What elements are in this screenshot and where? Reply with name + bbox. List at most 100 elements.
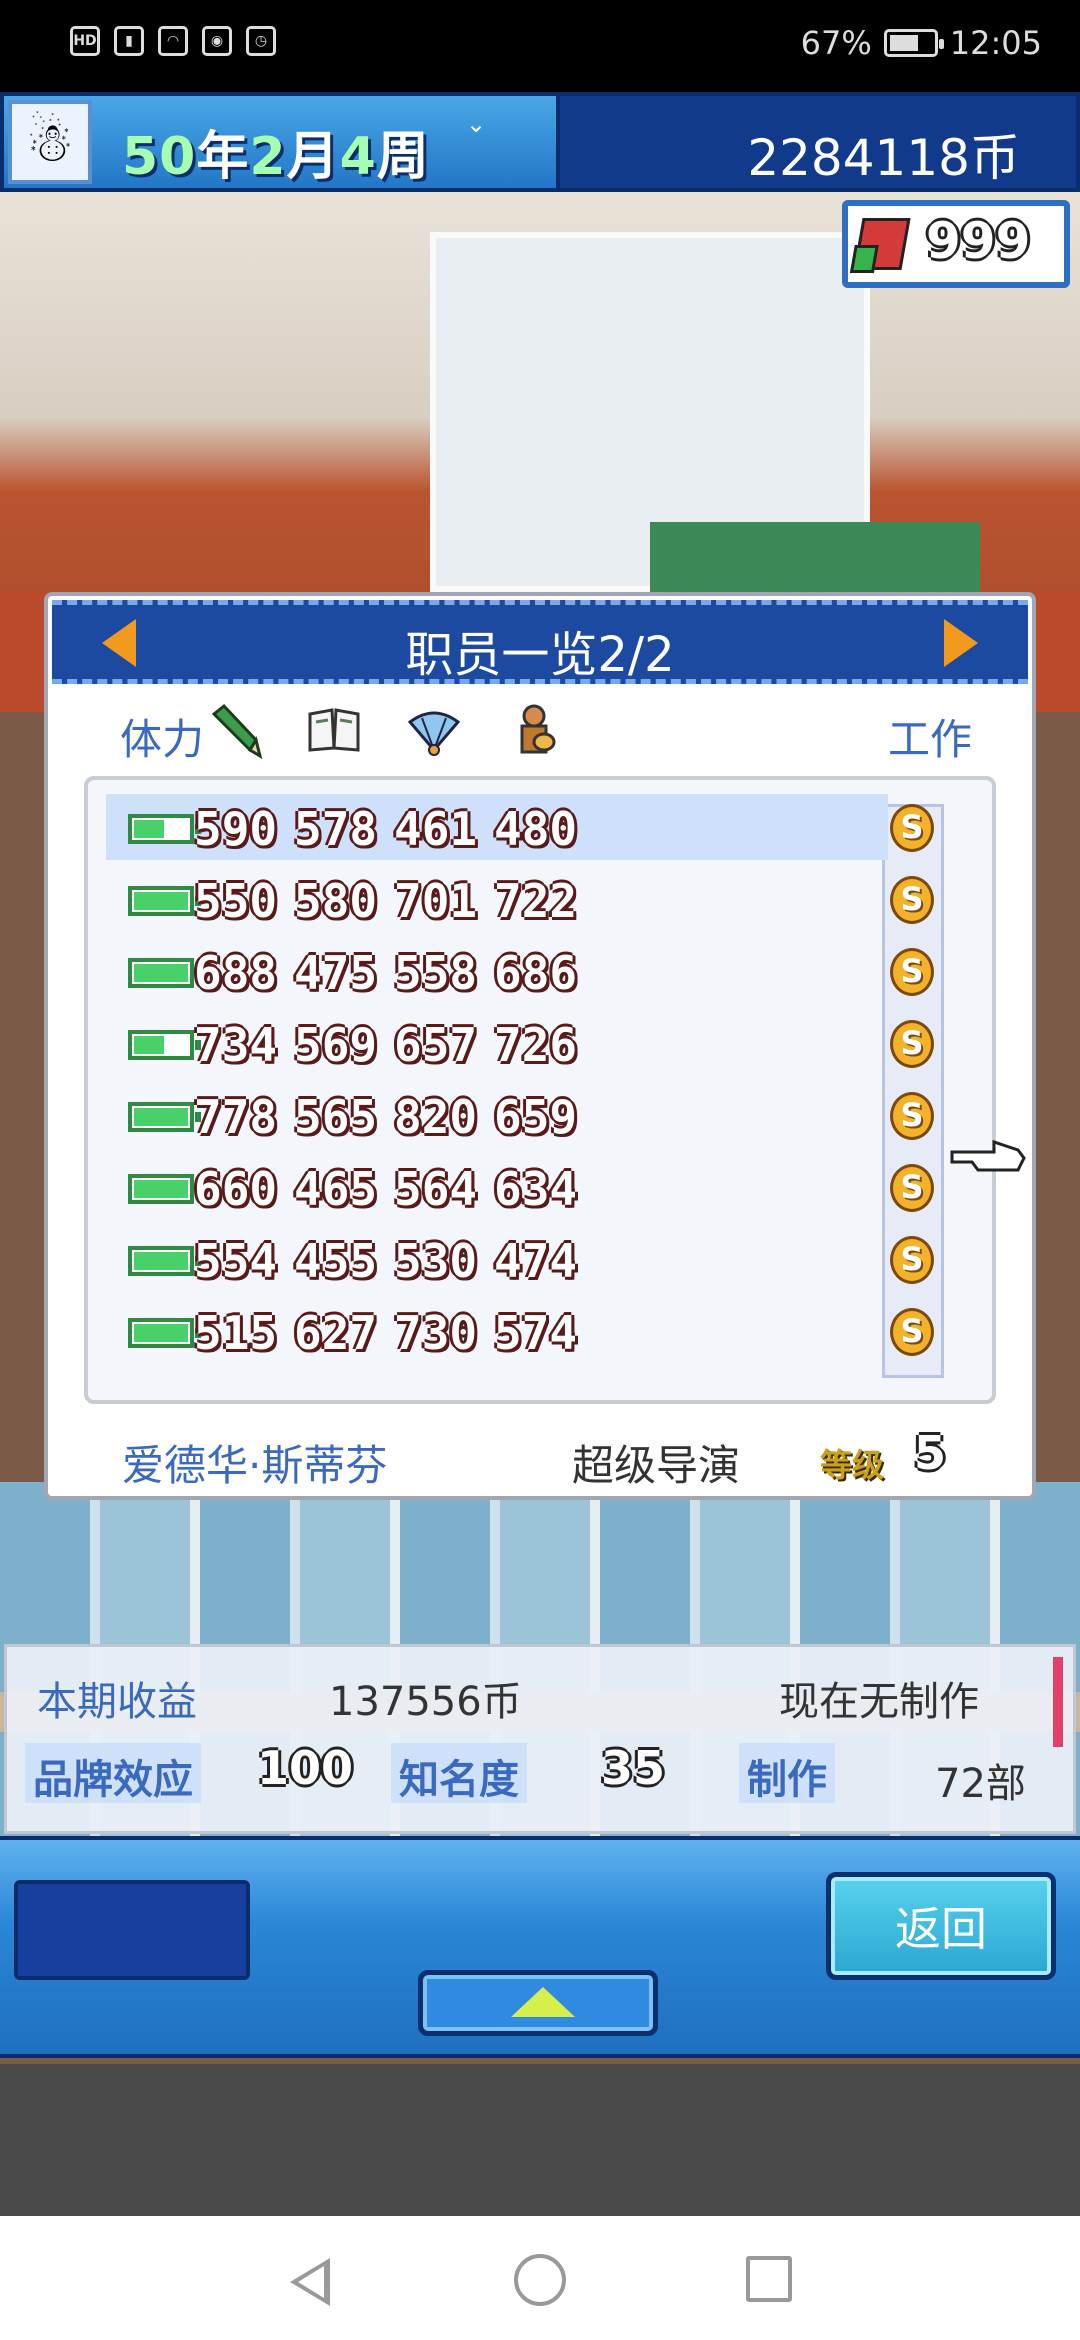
battery-icon (883, 29, 944, 57)
stat-value: 515 (194, 1306, 278, 1360)
back-button[interactable]: 返回 (826, 1872, 1056, 1980)
staff-row[interactable]: 660 465 564 634 (106, 1154, 888, 1220)
android-nav-bar (0, 2216, 1080, 2340)
made-value: 72部 (935, 1761, 1026, 1807)
work-coin-icon[interactable]: S (890, 804, 934, 852)
hd-icon: HD (70, 26, 100, 56)
staff-row[interactable]: 590 578 461 480 (106, 794, 888, 860)
stat-value: 701 (394, 874, 478, 928)
stat-value: 578 (294, 802, 378, 856)
work-coin-icon[interactable]: S (890, 1308, 934, 1356)
eye-icon: ◉ (202, 26, 232, 56)
stat-value: 475 (294, 946, 378, 1000)
brand-label: 品牌效应 (25, 1743, 201, 1803)
control-bar: 返回 (0, 1836, 1080, 2058)
signal-icon: ▮ (114, 26, 144, 56)
stat-value: 574 (494, 1306, 578, 1360)
work-coin-icon[interactable]: S (890, 948, 934, 996)
year-unit: 年 (196, 127, 250, 187)
game-date: 50年2月4周 (122, 114, 430, 189)
income-value: 137556币 (329, 1679, 522, 1725)
status-bar: HD ▮ ◠ ◉ ◷ 67% 12:05 (0, 0, 1080, 92)
gift-count: 999 (926, 212, 1031, 270)
staff-role: 超级导演 (572, 1441, 741, 1490)
stat-value: 660 (194, 1162, 278, 1216)
staff-row[interactable]: 550 580 701 722 (106, 866, 888, 932)
stat-value: 565 (294, 1090, 378, 1144)
stamina-battery-icon (128, 1102, 201, 1132)
stat-value: 688 (194, 946, 278, 1000)
week-unit: 周 (376, 127, 430, 187)
work-coin-icon[interactable]: S (890, 1020, 934, 1068)
work-coin-icon[interactable]: S (890, 876, 934, 924)
panel-title: 职员一览2/2 (405, 627, 675, 683)
date-panel[interactable]: ☃ 50年2月4周 ⌄ (0, 92, 560, 192)
chevron-down-icon[interactable]: ⌄ (466, 110, 486, 138)
stat-value: 455 (294, 1234, 378, 1288)
empty-slot-button[interactable] (14, 1880, 250, 1980)
stat-value: 564 (394, 1162, 478, 1216)
stat-value: 461 (394, 802, 478, 856)
staff-row[interactable]: 688 475 558 686 (106, 938, 888, 1004)
staff-list-panel: 职员一览2/2 体力 工作 590 578 461 480 S 550 580 … (44, 592, 1036, 1500)
alarm-icon: ◷ (246, 26, 276, 56)
battery-percent: 67% (800, 24, 872, 62)
guitar-player-icon (520, 704, 556, 754)
snowman-avatar-icon[interactable]: ☃ (8, 100, 92, 184)
stat-value: 726 (494, 1018, 578, 1072)
stamina-battery-icon (128, 1246, 201, 1276)
stamina-battery-icon (128, 1174, 201, 1204)
coin-balance: 2284118币 (747, 129, 1020, 187)
production-status: 现在无制作 (779, 1679, 979, 1725)
work-coin-icon[interactable]: S (890, 1164, 934, 1212)
stamina-battery-icon (128, 814, 201, 844)
stat-value: 530 (394, 1234, 478, 1288)
staff-row[interactable]: 515 627 730 574 (106, 1298, 888, 1364)
stat-value: 580 (294, 874, 378, 928)
stat-value: 734 (194, 1018, 278, 1072)
staff-row[interactable]: 734 569 657 726 (106, 1010, 888, 1076)
staff-row[interactable]: 778 565 820 659 (106, 1082, 888, 1148)
work-coin-icon[interactable]: S (890, 1236, 934, 1284)
nav-home-icon[interactable] (514, 2254, 566, 2306)
pointer-hand-icon (950, 1139, 1026, 1172)
wifi-icon: ◠ (158, 26, 188, 56)
gift-icon (853, 218, 911, 270)
brand-value: 100 (257, 1741, 354, 1795)
work-coin-icon[interactable]: S (890, 1092, 934, 1140)
column-headers: 体力 工作 (48, 700, 1032, 770)
coins-panel: 2284118币 (540, 92, 1080, 192)
next-page-arrow-icon[interactable] (944, 619, 978, 667)
stat-value: 627 (294, 1306, 378, 1360)
stat-value: 569 (294, 1018, 378, 1072)
stamina-battery-icon (128, 886, 201, 916)
staff-row[interactable]: 554 455 530 474 (106, 1226, 888, 1292)
fame-label: 知名度 (391, 1743, 527, 1803)
stat-value: 722 (494, 874, 578, 928)
gift-counter[interactable]: 999 (842, 200, 1070, 288)
arrow-up-icon (511, 1987, 575, 2017)
expand-up-button[interactable] (418, 1970, 658, 2036)
stamina-battery-icon (128, 958, 201, 988)
stat-value: 659 (494, 1090, 578, 1144)
income-label: 本期收益 (37, 1679, 197, 1725)
month-value: 2 (249, 127, 287, 187)
stamina-battery-icon (128, 1318, 201, 1348)
status-right: 67% 12:05 (801, 24, 1042, 62)
year-value: 50 (122, 127, 197, 187)
nav-back-icon[interactable] (290, 2258, 330, 2306)
status-icons: HD ▮ ◠ ◉ ◷ (70, 26, 276, 56)
stat-value: 474 (494, 1234, 578, 1288)
fame-value: 35 (601, 1741, 666, 1795)
made-label: 制作 (739, 1743, 835, 1803)
stat-value: 465 (294, 1162, 378, 1216)
stat-value: 558 (394, 946, 478, 1000)
pencil-icon (211, 703, 263, 760)
staff-table: 590 578 461 480 S 550 580 701 722 S 688 475 558 686 S 7… (84, 776, 996, 1404)
stat-value: 590 (194, 802, 278, 856)
summary-row-income: 本期收益 137556币 现在无制作 (7, 1647, 1073, 1747)
level-label: 等级 (820, 1446, 885, 1484)
col-stamina: 体力 (120, 715, 205, 764)
company-summary: 本期收益 137556币 现在无制作 品牌效应 100 知名度 35 制作 72… (4, 1644, 1076, 1834)
nav-recents-icon[interactable] (746, 2256, 792, 2302)
